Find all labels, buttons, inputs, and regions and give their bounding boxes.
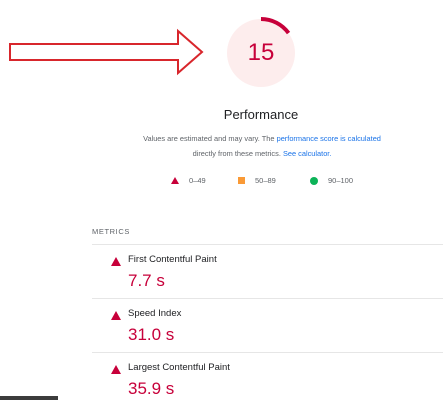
- divider: [92, 352, 443, 353]
- fail-triangle-icon: [111, 365, 121, 374]
- metric-value: 31.0 s: [128, 325, 175, 344]
- page-edge-mark: [0, 396, 58, 400]
- description-text: directly from these metrics.: [192, 149, 283, 158]
- score-calculated-link[interactable]: performance score is calculated: [277, 134, 381, 143]
- metric-label: Speed Index: [128, 308, 182, 319]
- score-legend: 0–49 50–89 90–100: [0, 176, 443, 190]
- square-icon: [238, 177, 245, 184]
- annotation-arrow-icon: [9, 28, 204, 76]
- legend-item-pass: 90–100: [310, 176, 353, 185]
- see-calculator-link[interactable]: See calculator.: [283, 149, 331, 158]
- legend-label: 90–100: [328, 176, 354, 185]
- fail-triangle-icon: [111, 311, 121, 320]
- divider: [92, 244, 443, 245]
- legend-label: 50–89: [255, 176, 276, 185]
- description-text: Values are estimated and may vary. The: [143, 134, 277, 143]
- legend-label: 0–49: [189, 176, 206, 185]
- triangle-icon: [171, 177, 179, 184]
- circle-icon: [310, 176, 318, 185]
- metric-value: 7.7 s: [128, 271, 165, 290]
- metric-label: Largest Contentful Paint: [128, 362, 230, 373]
- metric-value: 35.9 s: [128, 379, 175, 398]
- legend-item-average: 50–89: [238, 176, 276, 185]
- metric-label: First Contentful Paint: [128, 254, 217, 265]
- metrics-header: METRICS: [92, 227, 130, 236]
- score-value: 15: [247, 39, 275, 66]
- legend-item-fail: 0–49: [171, 176, 206, 185]
- category-title: Performance: [223, 107, 299, 122]
- performance-score-gauge[interactable]: 15: [224, 16, 298, 90]
- divider: [92, 298, 443, 299]
- score-description: Values are estimated and may vary. The p…: [92, 131, 432, 161]
- fail-triangle-icon: [111, 257, 121, 266]
